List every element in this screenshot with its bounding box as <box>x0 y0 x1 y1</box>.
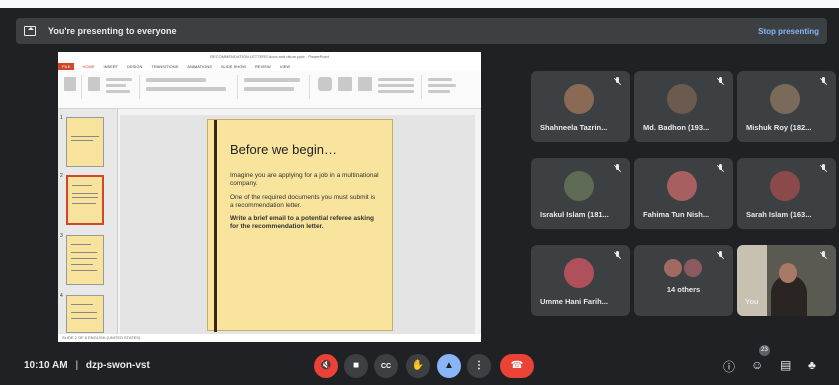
tab-review[interactable]: REVIEW <box>255 64 271 69</box>
meeting-code: dzp-swon-vst <box>85 360 150 371</box>
meeting-details-button[interactable]: ⓘ <box>723 358 735 375</box>
self-video-tile[interactable]: You <box>737 245 836 316</box>
participant-tile[interactable]: Mishuk Roy (182... <box>737 71 836 142</box>
mic-off-icon <box>819 164 828 173</box>
more-vert-icon: ⋮ <box>474 360 484 371</box>
others-tile[interactable]: 14 others <box>634 245 733 316</box>
hand-icon: ✋ <box>411 360 425 371</box>
meeting-control-bar: 10:10 AM | dzp-swon-vst 🔇 ■ CC ✋ ▲ ⋮ ☎ ⓘ… <box>0 348 839 385</box>
tab-file[interactable]: FILE <box>58 63 75 70</box>
avatar <box>684 259 702 277</box>
activities-button[interactable]: ♣ <box>808 358 816 372</box>
participant-tile[interactable]: Md. Badhon (193... <box>634 71 733 142</box>
slide-thumbnail[interactable] <box>66 295 104 333</box>
tab-insert[interactable]: INSERT <box>103 64 118 69</box>
mic-toggle-button[interactable]: 🔇 <box>314 354 338 378</box>
mic-off-icon <box>613 77 622 86</box>
raise-hand-button[interactable]: ✋ <box>406 354 430 378</box>
mic-off-icon <box>613 251 622 260</box>
mic-off-icon <box>819 251 828 260</box>
tab-slide-show[interactable]: SLIDE SHOW <box>221 64 246 69</box>
presenting-banner: You're presenting to everyone Stop prese… <box>16 18 827 44</box>
present-screen-icon <box>24 26 36 36</box>
mic-off-icon <box>819 77 828 86</box>
participant-tile[interactable]: Umme Hani Farih... <box>531 245 630 316</box>
tab-transitions[interactable]: TRANSITIONS <box>151 64 178 69</box>
leave-call-button[interactable]: ☎ <box>500 354 534 378</box>
camera-icon: ■ <box>352 360 360 371</box>
powerpoint-ribbon <box>58 71 481 109</box>
meeting-info: 10:10 AM | dzp-swon-vst <box>24 360 150 371</box>
people-button[interactable]: ☺ <box>751 358 763 372</box>
powerpoint-status-bar: SLIDE 2 OF 8 ENGLISH (UNITED STATES) <box>58 334 481 342</box>
avatar <box>564 84 594 114</box>
avatar <box>564 258 594 288</box>
mic-off-icon <box>716 251 725 260</box>
slide-thumbnails: 1 2 3 4 <box>58 109 118 334</box>
avatar <box>664 259 682 277</box>
info-icon: ⓘ <box>723 360 736 374</box>
participant-tile[interactable]: Shahneela Tazrin... <box>531 71 630 142</box>
activities-icon: ♣ <box>808 358 816 372</box>
window-top-bar <box>0 0 839 8</box>
people-count-badge: 23 <box>759 345 770 356</box>
thumb-number: 2 <box>60 173 63 179</box>
slide-text: Write a brief email to a potential refer… <box>230 215 375 230</box>
mic-off-icon: 🔇 <box>319 360 333 371</box>
participant-tile[interactable]: Sarah Islam (163... <box>737 158 836 229</box>
slide-heading: Before we begin… <box>230 142 337 157</box>
chat-icon: ▤ <box>780 358 792 372</box>
participant-tile[interactable]: Israkul Islam (181... <box>531 158 630 229</box>
meeting-time: 10:10 AM <box>24 360 68 371</box>
slide-thumbnail[interactable] <box>66 235 104 285</box>
mic-off-icon <box>716 164 725 173</box>
self-label: You <box>745 297 759 306</box>
slide-thumbnail-selected[interactable] <box>66 175 104 225</box>
tab-animations[interactable]: ANIMATIONS <box>187 64 212 69</box>
participant-name: Fahima Tun Nish... <box>643 210 710 219</box>
captions-icon: CC <box>380 362 392 370</box>
shared-screen: RECOMMENDATION LETTERS.docx and dsum.ppt… <box>58 52 481 342</box>
tab-home[interactable]: HOME <box>82 64 94 69</box>
hang-up-icon: ☎ <box>510 360 524 371</box>
avatar <box>770 84 800 114</box>
slide-text: One of the required documents you must s… <box>230 194 376 209</box>
thumb-number: 4 <box>60 293 63 299</box>
mic-off-icon <box>613 164 622 173</box>
slide-thumbnail[interactable] <box>66 117 104 167</box>
participant-name: Md. Badhon (193... <box>643 123 710 132</box>
present-now-button[interactable]: ▲ <box>437 354 461 378</box>
tab-view[interactable]: VIEW <box>280 64 290 69</box>
tab-design[interactable]: DESIGN <box>127 64 142 69</box>
present-screen-icon: ▲ <box>444 360 454 371</box>
slide-accent-bar <box>214 120 217 332</box>
mic-off-icon <box>716 77 725 86</box>
avatar <box>667 84 697 114</box>
thumb-number: 1 <box>60 115 63 121</box>
others-count: 14 others <box>666 285 701 294</box>
participant-name: Sarah Islam (163... <box>746 210 812 219</box>
presenting-text: You're presenting to everyone <box>48 26 177 36</box>
current-slide[interactable]: Before we begin… Imagine you are applyin… <box>207 119 393 332</box>
avatar <box>770 171 800 201</box>
people-icon: ☺ <box>751 358 764 372</box>
participant-name: Israkul Islam (181... <box>540 210 609 219</box>
camera-toggle-button[interactable]: ■ <box>344 354 368 378</box>
chat-button[interactable]: ▤ <box>780 358 791 372</box>
slide-text: Imagine you are applying for a job in a … <box>230 172 379 187</box>
separator: | <box>75 360 79 371</box>
slide-editor: Before we begin… Imagine you are applyin… <box>120 115 475 334</box>
powerpoint-ribbon-tabs: FILE HOME INSERT DESIGN TRANSITIONS ANIM… <box>58 62 481 71</box>
stop-presenting-button[interactable]: Stop presenting <box>758 27 819 36</box>
avatar <box>564 171 594 201</box>
participant-tile[interactable]: Fahima Tun Nish... <box>634 158 733 229</box>
more-options-button[interactable]: ⋮ <box>467 354 491 378</box>
participant-name: Mishuk Roy (182... <box>746 123 812 132</box>
avatar <box>667 171 697 201</box>
participant-name: Shahneela Tazrin... <box>540 123 608 132</box>
participant-name: Umme Hani Farih... <box>540 297 608 306</box>
captions-button[interactable]: CC <box>374 354 398 378</box>
thumb-number: 3 <box>60 233 63 239</box>
powerpoint-title: RECOMMENDATION LETTERS.docx and dsum.ppt… <box>58 52 481 62</box>
